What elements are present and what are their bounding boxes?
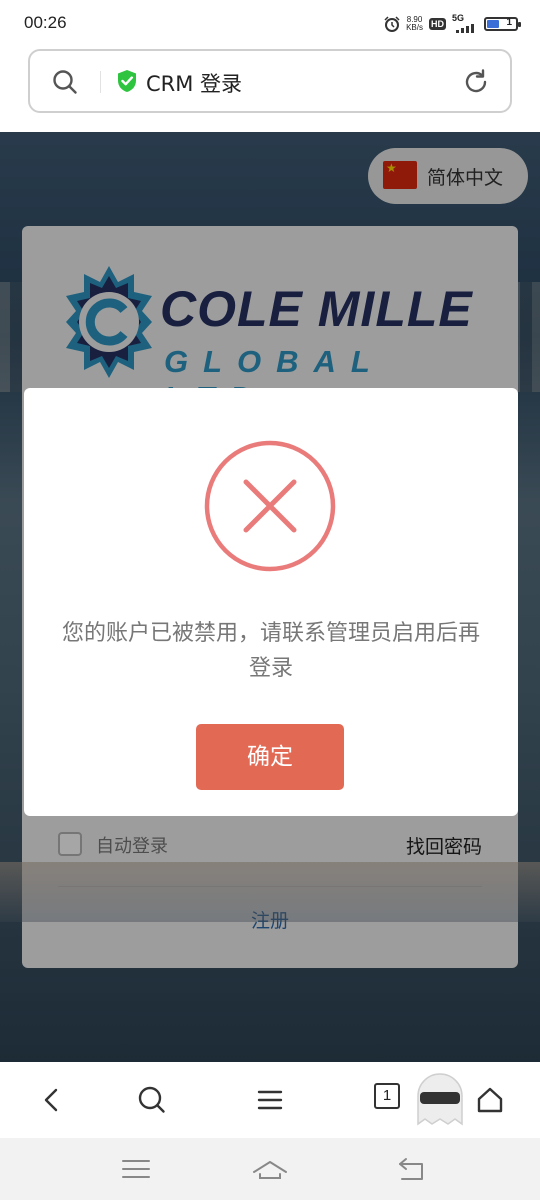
signal-icon <box>456 24 474 33</box>
page-title: CRM 登录 <box>146 72 243 96</box>
tabs-icon[interactable]: 1 <box>374 1083 400 1109</box>
status-time: 00:26 <box>24 13 67 32</box>
dialog-message: 您的账户已被禁用，请联系管理员启用后再登录 <box>61 621 480 681</box>
back-icon[interactable] <box>36 1084 68 1116</box>
address-bar-container: CRM 登录 <box>0 44 540 132</box>
net-speed: 8.90 KB/s <box>406 16 423 32</box>
search-icon[interactable] <box>136 1084 168 1116</box>
login-page: ★ 简体中文 COLE MILLE GLOBAL LTD 自动登录 找回密码 注… <box>0 132 540 1062</box>
menu-icon[interactable] <box>254 1084 286 1116</box>
status-icons: 8.90 KB/s HD 5G 1 <box>384 13 521 34</box>
home-icon[interactable] <box>252 1154 288 1184</box>
error-x-icon <box>204 440 336 572</box>
error-dialog: 您的账户已被禁用，请联系管理员启用后再登录 确定 <box>24 388 518 816</box>
system-nav-bar <box>0 1138 540 1200</box>
confirm-button[interactable]: 确定 <box>196 724 344 790</box>
back-icon[interactable] <box>396 1154 428 1184</box>
shield-check-icon <box>118 70 136 92</box>
address-separator <box>100 71 101 93</box>
hd-badge: HD <box>429 18 446 30</box>
network-indicator: 5G <box>452 13 478 33</box>
status-bar: 00:26 8.90 KB/s HD 5G 1 <box>0 0 540 44</box>
net-speed-unit: KB/s <box>406 23 423 32</box>
recents-icon[interactable] <box>120 1154 152 1184</box>
home-icon[interactable] <box>474 1084 506 1116</box>
search-icon[interactable] <box>52 69 78 95</box>
reload-icon[interactable] <box>462 68 490 96</box>
address-bar[interactable]: CRM 登录 <box>28 49 512 113</box>
battery-level: 1 <box>506 17 512 28</box>
card-divider <box>58 886 482 887</box>
battery-fill <box>487 20 499 28</box>
battery-icon: 1 <box>484 17 521 31</box>
ghost-icon[interactable] <box>410 1066 470 1128</box>
alarm-icon <box>384 16 400 32</box>
